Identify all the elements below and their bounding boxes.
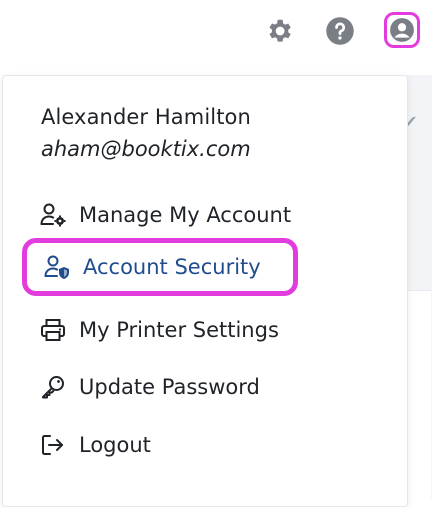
top-bar: [0, 0, 432, 76]
printer-icon: [39, 316, 67, 344]
account-dropdown-menu: Alexander Hamilton aham@booktix.com Mana…: [2, 75, 408, 507]
help-icon: [326, 17, 354, 45]
menu-item-label: Account Security: [83, 255, 261, 279]
menu-item-account-security[interactable]: Account Security: [22, 238, 298, 296]
menu-item-update-password[interactable]: Update Password: [39, 369, 260, 405]
user-shield-icon: [43, 253, 71, 281]
menu-item-label: My Printer Settings: [79, 318, 279, 342]
key-icon: [39, 373, 67, 401]
menu-item-manage-account[interactable]: Manage My Account: [39, 197, 291, 233]
menu-item-label: Manage My Account: [79, 203, 292, 227]
menu-item-label: Update Password: [79, 375, 260, 399]
settings-icon: [269, 19, 291, 42]
user-gear-icon: [39, 201, 67, 229]
user-name: Alexander Hamilton: [41, 105, 251, 129]
menu-item-label: Logout: [79, 433, 151, 457]
user-profile-icon: [390, 18, 414, 42]
help-button[interactable]: [322, 13, 358, 49]
user-email: aham@booktix.com: [41, 137, 251, 161]
menu-item-logout[interactable]: Logout: [39, 427, 151, 463]
logout-icon: [39, 431, 67, 459]
menu-item-printer-settings[interactable]: My Printer Settings: [39, 312, 279, 348]
settings-button[interactable]: [261, 13, 297, 49]
user-profile-button[interactable]: [384, 12, 420, 48]
